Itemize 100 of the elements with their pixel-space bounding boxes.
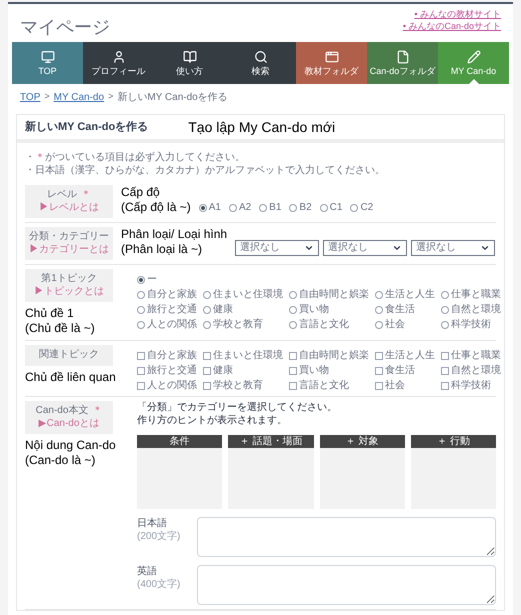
annotation-text: Chủ đề 1 <box>25 306 75 321</box>
radio-button[interactable] <box>203 320 211 328</box>
option-label: C1 <box>330 201 342 215</box>
nav-tab[interactable]: Can-doフォルダ <box>367 42 438 84</box>
document-icon <box>396 50 410 64</box>
radio-button[interactable] <box>203 306 211 314</box>
column-header[interactable]: ＋ 話題・場面 <box>228 435 314 448</box>
checkbox[interactable] <box>203 366 211 374</box>
checkbox[interactable] <box>375 366 383 374</box>
breadcrumb-link[interactable]: TOP <box>20 90 40 104</box>
option-label: 科学技術 <box>451 379 491 392</box>
checkbox[interactable] <box>441 352 449 360</box>
option-label: 学校と教育 <box>213 318 263 331</box>
checkbox[interactable] <box>441 366 449 374</box>
radio-button[interactable] <box>228 204 237 212</box>
option-label: B2 <box>299 201 312 215</box>
breadcrumb-separator: > <box>44 90 50 104</box>
radio-button[interactable] <box>289 204 298 212</box>
book-icon <box>182 50 196 64</box>
option-label: 言語と文化 <box>299 379 349 392</box>
option-label: C2 <box>360 201 374 215</box>
nav-tab[interactable]: MY Can-do <box>438 42 509 84</box>
option-label: 自然と環境 <box>451 303 501 316</box>
text-area[interactable] <box>197 565 496 605</box>
option-label: A2 <box>238 201 252 215</box>
radio-button[interactable] <box>375 306 383 314</box>
radio-button[interactable] <box>441 306 449 314</box>
site-link[interactable]: • みんなの教材サイト <box>414 8 501 20</box>
dropdown[interactable]: 選択なし <box>235 240 320 256</box>
radio-button[interactable] <box>137 306 145 314</box>
radio-button[interactable] <box>441 290 449 298</box>
checkbox[interactable] <box>289 352 297 360</box>
radio-button[interactable] <box>441 320 449 328</box>
option-label: 健康 <box>213 364 233 377</box>
help-link[interactable]: ▶トピックとは <box>34 286 104 298</box>
nav-tab[interactable]: 教材フォルダ <box>296 42 367 84</box>
checkbox[interactable] <box>375 352 383 360</box>
hint-text: 作り方のヒントが表示されます。 <box>137 414 288 427</box>
nav-tab[interactable]: TOP <box>12 42 83 84</box>
radio-button[interactable] <box>259 204 268 212</box>
checkbox[interactable] <box>137 382 145 390</box>
radio-button[interactable] <box>137 320 145 328</box>
field-label: 第1トピック <box>41 273 97 286</box>
radio-button[interactable] <box>289 290 297 298</box>
annotation-text: Phân loại/ Loại hình <box>121 227 228 242</box>
field-label: 日本語 <box>137 517 168 530</box>
instruction-text: ・＊がついている項目は必ず入力してください。 <box>25 151 246 164</box>
checkbox[interactable] <box>289 366 297 374</box>
checkbox[interactable] <box>441 382 449 390</box>
option-label: 買い物 <box>299 364 329 377</box>
checkbox[interactable] <box>203 352 211 360</box>
option-label: 社会 <box>385 379 405 392</box>
breadcrumb-link[interactable]: MY Can-do <box>54 90 104 104</box>
checkbox[interactable] <box>203 382 211 390</box>
help-link[interactable]: ▶カテゴリーとは <box>29 244 109 256</box>
option-label: ー <box>147 273 157 286</box>
annotation-text: Cấp độ <box>121 185 161 200</box>
column-header[interactable]: ＋ 対象 <box>320 435 405 448</box>
radio-button[interactable] <box>203 290 211 298</box>
checkbox[interactable] <box>289 382 297 390</box>
column-header[interactable]: ＋ 行動 <box>410 435 496 448</box>
checkbox[interactable] <box>137 366 145 374</box>
radio-button[interactable] <box>375 290 383 298</box>
char-limit: (200文字) <box>137 530 182 543</box>
option-label: 健康 <box>213 303 233 316</box>
option-label: 人との関係 <box>147 379 197 392</box>
radio-button[interactable] <box>375 320 383 328</box>
radio-button[interactable] <box>198 204 207 212</box>
dropdown[interactable]: 選択なし <box>411 240 496 256</box>
annotation-text: Nội dung Can-do <box>25 438 117 453</box>
site-link[interactable]: • みんなのCan-doサイト <box>402 20 501 32</box>
nav-tab[interactable]: 使い方 <box>154 42 225 84</box>
text-area[interactable] <box>197 517 496 557</box>
radio-button[interactable] <box>320 204 328 212</box>
dropdown[interactable]: 選択なし <box>323 240 408 256</box>
field-label: レベル ＊ <box>47 189 91 202</box>
checkbox[interactable] <box>137 352 145 360</box>
radio-button[interactable] <box>137 276 145 284</box>
annotation-text: Chủ đề liên quan <box>25 370 117 384</box>
option-label: 自分と家族 <box>147 349 197 362</box>
radio-button[interactable] <box>137 290 145 298</box>
field-label: 分類・カテゴリー <box>29 231 109 244</box>
option-label: 住まいと住環境 <box>213 349 283 362</box>
instruction-text: ・日本語（漢字、ひらがな、カタカナ）かアルファベットで入力してください。 <box>25 164 386 177</box>
field-label: 関連トピック <box>39 349 99 362</box>
field-label: Can-do本文 ＊ <box>36 405 102 418</box>
nav-tab[interactable]: プロフィール <box>83 42 154 84</box>
annotation-text: Tạo lập My Can-do mới <box>188 118 336 137</box>
nav-tab[interactable]: 検索 <box>225 42 296 84</box>
help-link[interactable]: ▶レベルとは <box>39 202 99 214</box>
radio-button[interactable] <box>350 204 358 212</box>
option-label: A1 <box>208 201 221 215</box>
checkbox[interactable] <box>375 382 383 390</box>
search-icon <box>254 50 268 64</box>
radio-button[interactable] <box>289 320 297 328</box>
radio-button[interactable] <box>289 306 297 314</box>
option-label: 旅行と交通 <box>147 364 197 377</box>
help-link[interactable]: ▶Can-doとは <box>38 418 100 430</box>
column-header[interactable]: 条件 <box>137 435 222 448</box>
annotation-text: (Cấp độ là ~) <box>121 200 191 215</box>
